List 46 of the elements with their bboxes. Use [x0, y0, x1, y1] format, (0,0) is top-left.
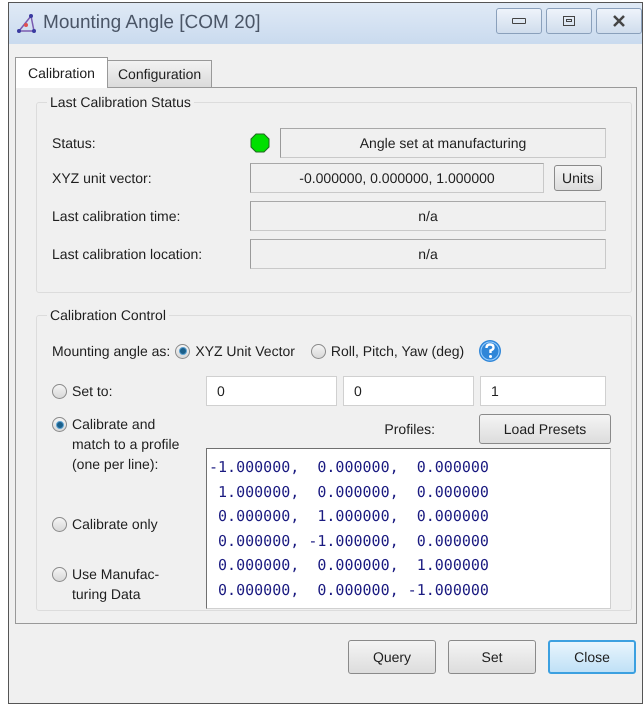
radio-button[interactable] [52, 517, 67, 532]
radio-button[interactable] [52, 417, 67, 432]
field-label: XYZ unit vector: [52, 168, 153, 188]
help-icon[interactable] [478, 339, 502, 363]
close-button[interactable] [596, 8, 642, 34]
field-label: Last calibration time: [52, 206, 182, 226]
radio-label[interactable]: Set to: [72, 381, 184, 401]
profile-line: 0.000000, 1.000000, 0.000000 [217, 506, 489, 527]
value-field[interactable]: 0 [206, 376, 337, 406]
profile-line: 0.000000, -1.000000, 0.000000 [217, 530, 489, 552]
readonly-field: Angle set at manufacturing [280, 128, 606, 158]
radio-label[interactable]: Roll, Pitch, Yaw (deg) [330, 340, 464, 362]
radio-button[interactable] [310, 344, 326, 358]
value-field[interactable]: 0 [343, 376, 474, 406]
readonly-field: n/a [250, 201, 606, 231]
dialog-button[interactable]: Close [548, 640, 636, 674]
profile-line: 1.000000, 0.000000, 0.000000 [217, 482, 489, 502]
close-icon [612, 14, 626, 26]
radio-label[interactable]: Use Manufac- turing Data [72, 564, 184, 604]
profiles-label: Profiles: [384, 420, 435, 438]
dialog-button[interactable]: Set [448, 640, 536, 674]
radio-label[interactable]: Calibrate and match to a profile (one per line): [72, 414, 184, 474]
load-presets-button[interactable]: Load Presets [479, 414, 611, 444]
profile-line: 0.000000, 0.000000, -1.000000 [217, 580, 489, 600]
readonly-field: n/a [250, 239, 606, 269]
dialog-button[interactable]: Query [348, 640, 436, 674]
radio-button[interactable] [175, 344, 190, 358]
field-label: Last calibration location: [52, 244, 204, 264]
window-title: Mounting Angle [COM 20] [43, 11, 261, 36]
profile-line: 0.000000, 0.000000, 1.000000 [217, 555, 489, 576]
radio-button[interactable] [52, 567, 67, 582]
profiles-text-area[interactable]: -1.000000, 0.000000, 0.000000 1.000000, 0.000000, 0.000000 0.000000, 1.000000, 0.000000 0.000000, -1.000000, 0.000000 0.000000, 0.000000, 1.000000 0.000000, 0.000000, -1.000000 [206, 448, 611, 609]
units-button[interactable]: Units [554, 165, 602, 191]
field-label: Status: [52, 134, 97, 152]
maximize-button[interactable] [546, 8, 592, 34]
triangle-app-icon [15, 12, 37, 34]
tab[interactable]: Calibration [15, 57, 108, 88]
radio-label[interactable]: Calibrate only [72, 514, 184, 534]
field-label: Mounting angle as: [52, 342, 170, 361]
radio-button[interactable] [52, 384, 67, 399]
radio-label[interactable]: XYZ Unit Vector [195, 340, 295, 362]
profile-line: -1.000000, 0.000000, 0.000000 [209, 457, 489, 478]
value-field[interactable]: 1 [480, 376, 606, 406]
readonly-field: -0.000000, 0.000000, 1.000000 [250, 163, 544, 193]
tab[interactable]: Configuration [108, 60, 212, 87]
minimize-button[interactable] [496, 8, 542, 34]
